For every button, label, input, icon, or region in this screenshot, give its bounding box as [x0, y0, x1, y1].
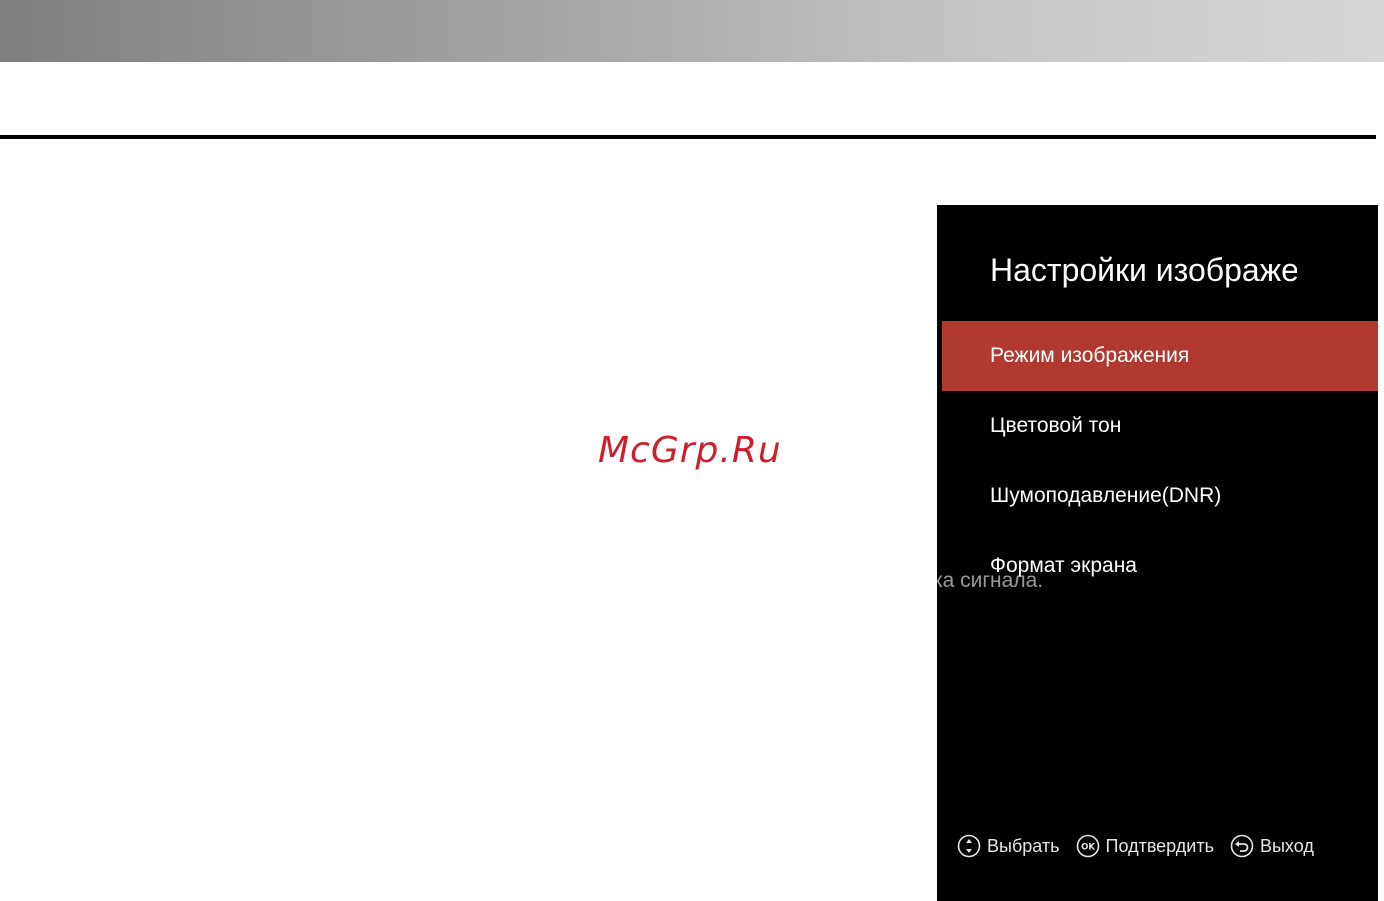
- hint-confirm: OK Подтвердить: [1076, 834, 1214, 858]
- horizontal-rule: [0, 135, 1376, 139]
- ok-button-icon: OK: [1076, 834, 1099, 858]
- menu-item-noise-reduction[interactable]: Шумоподавление(DNR): [942, 461, 1378, 531]
- settings-title: Настройки изображения: [990, 252, 1297, 288]
- hint-select: Выбрать: [957, 834, 1060, 858]
- button-hints: Выбрать OK Подтвердить Выход: [957, 831, 1330, 861]
- back-arrow-icon: [1230, 834, 1254, 858]
- hint-confirm-label: Подтвердить: [1105, 835, 1214, 856]
- tv-settings-screen: ка сигнала. Настройки изображения Режим …: [937, 205, 1378, 901]
- menu-item-picture-mode[interactable]: Режим изображения: [942, 321, 1378, 391]
- hint-exit: Выход: [1230, 834, 1314, 858]
- header-gradient-bar: [0, 0, 1384, 62]
- menu-item-screen-format[interactable]: Формат экрана: [942, 531, 1378, 601]
- updown-arrows-icon: [957, 834, 981, 858]
- ok-icon-text: OK: [1081, 843, 1095, 853]
- menu-item-color-tone[interactable]: Цветовой тон: [942, 391, 1378, 461]
- document-page: McGrp.Ru ка сигнала. Настройки изображен…: [0, 0, 1384, 901]
- hint-select-label: Выбрать: [987, 835, 1060, 856]
- hint-exit-label: Выход: [1259, 835, 1314, 856]
- settings-menu: Режим изображения Цветовой тон Шумоподав…: [942, 321, 1378, 601]
- watermark-text: McGrp.Ru: [598, 430, 782, 471]
